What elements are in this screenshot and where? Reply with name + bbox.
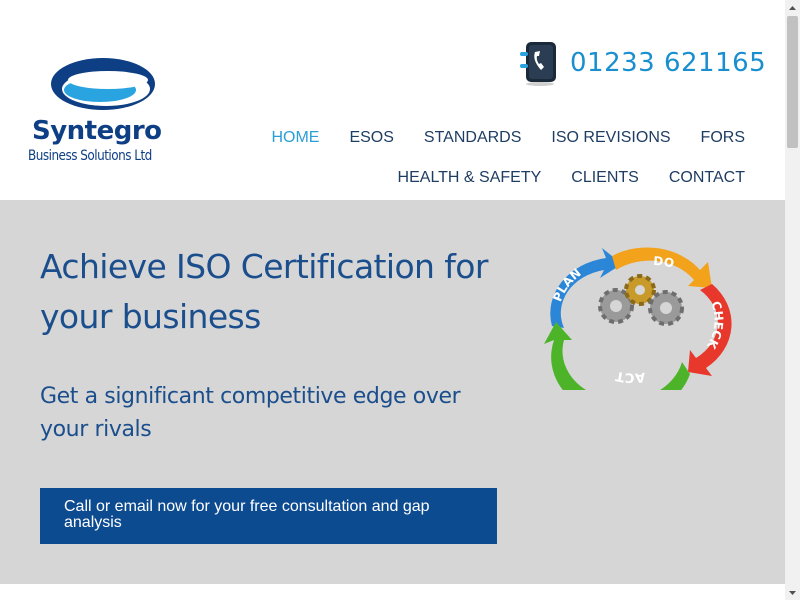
scrollbar-thumb[interactable] (787, 16, 798, 148)
scroll-up-icon[interactable] (785, 0, 800, 15)
pdca-check-arrow (688, 284, 732, 376)
nav-row-primary: HOME ESOS STANDARDS ISO REVISIONS FORS (241, 118, 745, 158)
brand-name: Syntegro (32, 116, 162, 146)
page: Syntegro Business Solutions Ltd 01233 62… (0, 0, 785, 600)
vertical-scrollbar[interactable] (785, 0, 800, 600)
brand-tagline: Business Solutions Ltd (28, 148, 152, 164)
nav-item-home[interactable]: HOME (271, 129, 319, 147)
gears-icon (598, 274, 684, 326)
phone-contact[interactable]: 01233 621165 (520, 40, 766, 86)
svg-text:ACT: ACT (614, 368, 646, 385)
nav-item-standards[interactable]: STANDARDS (424, 129, 522, 147)
nav-item-contact[interactable]: CONTACT (669, 169, 745, 187)
pdca-act-label: ACT (614, 368, 646, 385)
phone-icon (520, 42, 556, 86)
hero-subtitle: Get a significant competitive edge over … (40, 384, 461, 442)
main-nav: HOME ESOS STANDARDS ISO REVISIONS FORS H… (241, 118, 745, 198)
consultation-cta-button[interactable]: Call or email now for your free consulta… (40, 488, 497, 544)
svg-text:PLAN: PLAN (550, 266, 583, 304)
hero-title: Achieve ISO Certification for your busin… (40, 247, 488, 336)
below-fold-section (0, 584, 785, 600)
nav-item-esos[interactable]: ESOS (349, 129, 393, 147)
site-header: Syntegro Business Solutions Ltd 01233 62… (0, 0, 785, 200)
nav-row-secondary: HEALTH & SAFETY CLIENTS CONTACT (241, 158, 745, 198)
logo-swoosh-icon (51, 58, 155, 110)
pdca-plan-label: PLAN (550, 266, 583, 304)
nav-item-fors[interactable]: FORS (701, 129, 745, 147)
nav-item-iso-revisions[interactable]: ISO REVISIONS (551, 129, 670, 147)
logo[interactable]: Syntegro Business Solutions Ltd (26, 56, 166, 176)
nav-item-health-safety[interactable]: HEALTH & SAFETY (398, 169, 542, 187)
nav-item-clients[interactable]: CLIENTS (571, 169, 639, 187)
phone-number[interactable]: 01233 621165 (570, 48, 766, 78)
pdca-cycle-graphic: PLAN DO CHECK ACT (544, 247, 732, 390)
scroll-down-icon[interactable] (785, 585, 800, 600)
